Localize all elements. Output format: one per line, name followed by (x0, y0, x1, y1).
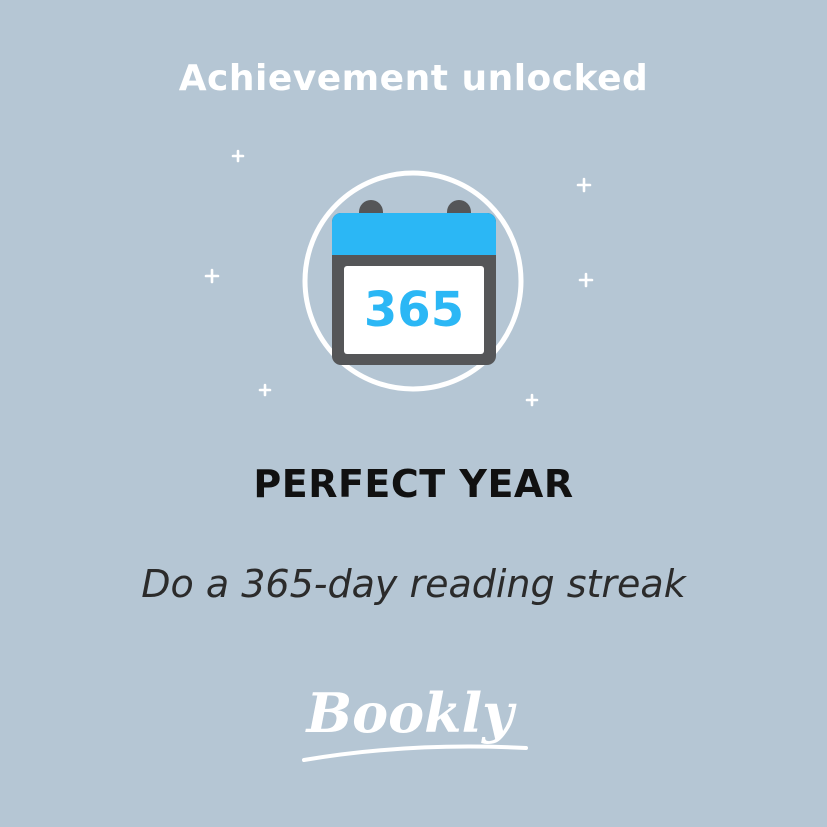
brand-logo: Bookly (302, 681, 528, 762)
calendar-number: 365 (364, 282, 464, 338)
achievement-description: Do a 365-day reading streak (141, 562, 686, 606)
brand-name: Bookly (305, 681, 518, 745)
achievement-title: PERFECT YEAR (253, 462, 574, 506)
achievement-card: Achievement unlocked 365 PERFECT YEAR Do… (0, 0, 827, 827)
achievement-header: Achievement unlocked (178, 58, 649, 99)
achievement-badge: 365 (204, 149, 594, 407)
